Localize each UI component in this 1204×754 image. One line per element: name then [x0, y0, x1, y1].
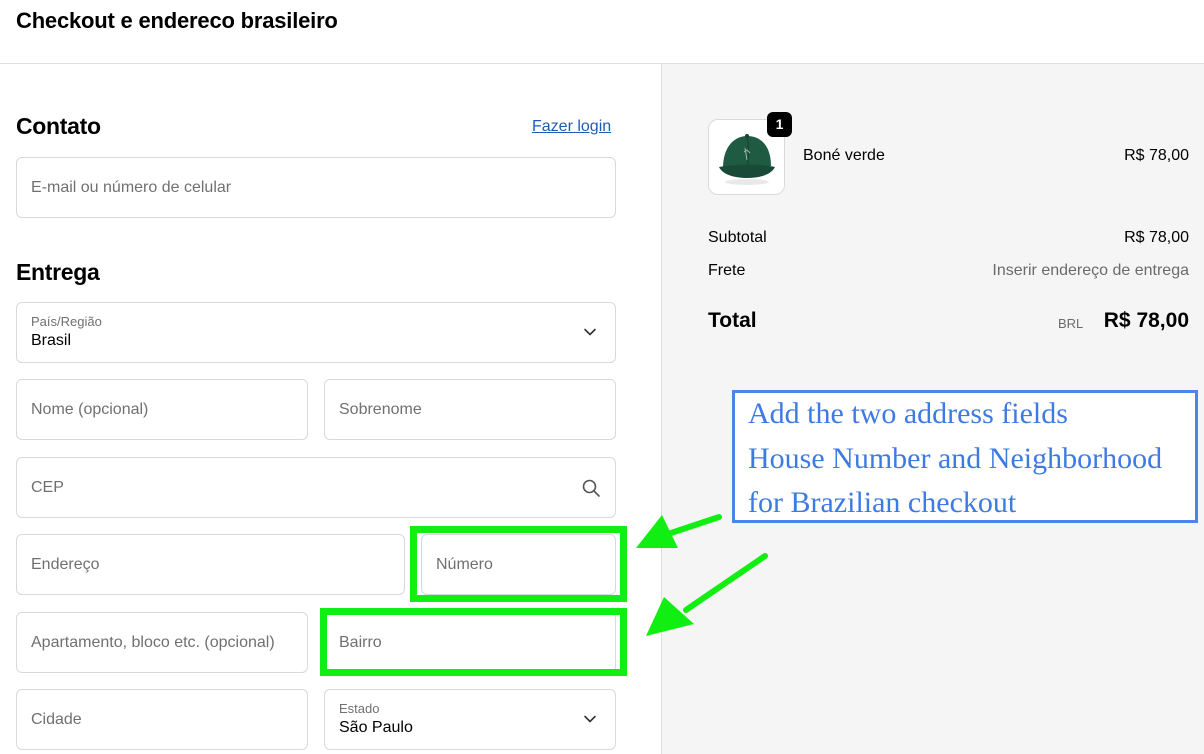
arrow-icon — [646, 553, 768, 636]
arrow-icon — [636, 514, 722, 548]
annotation-arrows — [636, 514, 768, 636]
